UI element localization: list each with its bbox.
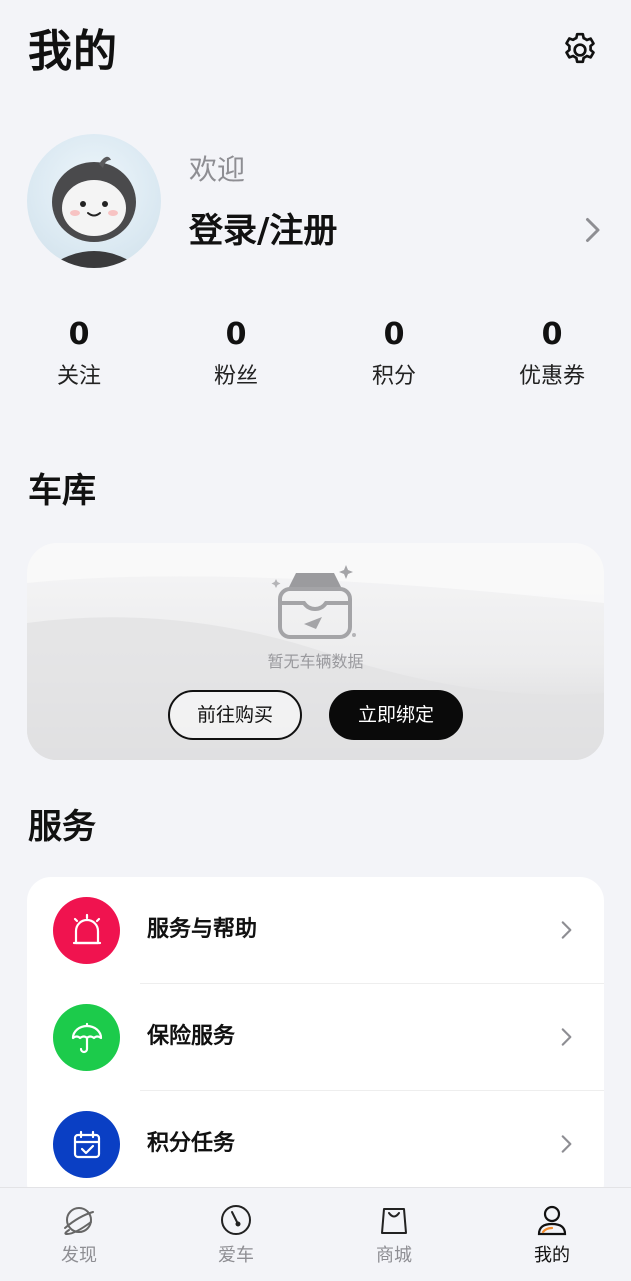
garage-card: 暂无车辆数据 前往购买 立即绑定 (27, 543, 604, 760)
chevron-right-icon (553, 1131, 579, 1157)
service-help-row[interactable]: 服务与帮助 (27, 877, 604, 984)
service-points-task-row[interactable]: 积分任务 (27, 1091, 604, 1198)
login-register-link[interactable]: 登录/注册 (189, 206, 337, 256)
umbrella-icon (53, 1004, 120, 1071)
stat-points[interactable]: 0 积分 (324, 315, 464, 393)
stat-value: 0 (225, 317, 247, 352)
stat-value: 0 (68, 317, 90, 352)
service-label: 服务与帮助 (147, 917, 258, 942)
services-section-title: 服务 (28, 807, 96, 847)
stat-following[interactable]: 0 关注 (9, 315, 149, 393)
chevron-right-icon (553, 917, 579, 943)
page-title: 我的 (28, 26, 118, 77)
service-label: 保险服务 (147, 1024, 236, 1049)
stat-label: 积分 (371, 364, 416, 389)
stat-label: 粉丝 (213, 364, 258, 389)
services-card: 服务与帮助 保险服务 积分任务 (27, 877, 604, 1207)
tab-label: 爱车 (218, 1245, 254, 1266)
tab-label: 商城 (376, 1245, 412, 1266)
tab-mall[interactable]: 商城 (344, 1202, 444, 1274)
stat-value: 0 (383, 317, 405, 352)
tab-label: 我的 (534, 1245, 570, 1266)
tab-my-car[interactable]: 爱车 (186, 1202, 286, 1274)
default-avatar-icon (47, 156, 141, 268)
go-buy-button[interactable]: 前往购买 (168, 690, 302, 740)
tab-mine[interactable]: 我的 (502, 1202, 602, 1274)
stat-value: 0 (541, 317, 563, 352)
stat-label: 优惠券 (518, 364, 585, 389)
person-icon (537, 1205, 567, 1236)
shopping-bag-icon (381, 1208, 407, 1234)
speedometer-icon (221, 1205, 251, 1235)
calendar-check-icon (53, 1111, 120, 1178)
service-label: 积分任务 (147, 1131, 236, 1156)
stats-row: 0 关注 0 粉丝 0 积分 0 优惠券 (0, 315, 631, 405)
avatar[interactable] (27, 134, 161, 268)
chevron-right-icon[interactable] (574, 212, 610, 248)
welcome-text: 欢迎 (189, 153, 246, 186)
stat-label: 关注 (56, 364, 101, 389)
service-insurance-row[interactable]: 保险服务 (27, 984, 604, 1091)
garage-section-title: 车库 (28, 471, 96, 511)
empty-inbox-icon (271, 565, 356, 639)
tab-discover[interactable]: 发现 (29, 1202, 129, 1274)
gear-icon[interactable] (560, 30, 600, 70)
stat-coupons[interactable]: 0 优惠券 (482, 315, 622, 393)
bottom-tab-bar: 发现 爱车 商城 我的 (0, 1187, 631, 1281)
stat-fans[interactable]: 0 粉丝 (166, 315, 306, 393)
alarm-light-icon (53, 897, 120, 964)
tab-label: 发现 (61, 1245, 97, 1266)
settings-button[interactable] (558, 28, 602, 72)
bind-now-button[interactable]: 立即绑定 (329, 690, 463, 740)
chevron-right-icon (553, 1024, 579, 1050)
garage-empty-text: 暂无车辆数据 (267, 652, 364, 671)
planet-icon (64, 1207, 94, 1236)
